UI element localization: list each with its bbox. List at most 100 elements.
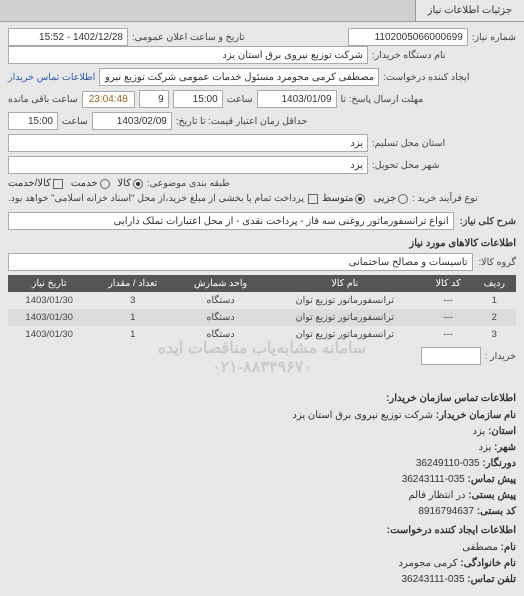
info-lname-label: نام خانوادگی: [460, 558, 516, 569]
info-tel-label: تلفن تماس: [467, 574, 516, 585]
req-no-input[interactable] [348, 28, 468, 46]
info-pre-label: پیش تماس: [468, 474, 516, 485]
cell-unit: دستگاه [175, 309, 266, 326]
goods-group-label: گروه کالا: [479, 257, 516, 268]
checkbox-icon[interactable] [308, 194, 318, 204]
cell-unit: دستگاه [175, 292, 266, 309]
cell-date: 1403/01/30 [8, 326, 90, 343]
process-note: پرداخت تمام یا بخشی از مبلغ خرید،از محل … [8, 193, 304, 204]
info-postcode-label: کد بستی: [477, 506, 516, 517]
pub-date-label: تاریخ و ساعت اعلان عمومی: [132, 32, 245, 43]
requester-label: ایجاد کننده درخواست: [383, 72, 469, 83]
cell-code: --- [424, 292, 473, 309]
table-row[interactable]: 3 --- ترانسفورماتور توزیع توان دستگاه 1 … [8, 326, 516, 343]
cell-unit: دستگاه [175, 326, 266, 343]
info-post-label: پیش بستی: [468, 490, 516, 501]
validity-date-input[interactable] [92, 112, 172, 130]
time-label-1: ساعت [227, 94, 253, 105]
table-row[interactable]: 1 --- ترانسفورماتور توزیع توان دستگاه 3 … [8, 292, 516, 309]
info-fname-label: نام: [501, 542, 516, 553]
cell-name: ترانسفورماتور توزیع توان [266, 292, 424, 309]
deadline-date-input[interactable] [257, 90, 337, 108]
cell-qty: 1 [90, 326, 175, 343]
info-city: یزد [479, 442, 492, 453]
cell-row: 1 [473, 292, 516, 309]
radio-goods-label: کالا [118, 178, 132, 189]
cell-row: 2 [473, 309, 516, 326]
cell-code: --- [424, 326, 473, 343]
days-remain-input [139, 90, 169, 108]
th-name: نام کالا [266, 275, 424, 292]
info-postcode: 8916794637 [418, 506, 474, 517]
location-label: استان محل تسلیم: [372, 138, 445, 149]
buyer2-input[interactable] [421, 347, 481, 365]
cell-code: --- [424, 309, 473, 326]
info-city-label: شهر: [494, 442, 516, 453]
tab-details[interactable]: جزئیات اطلاعات نیاز [415, 0, 524, 21]
cell-qty: 1 [90, 309, 175, 326]
th-row: ردیف [473, 275, 516, 292]
cell-date: 1403/01/30 [8, 292, 90, 309]
radio-dot-icon [133, 179, 143, 189]
buyer-input[interactable] [8, 46, 368, 64]
buyer2-label: خریدار : [485, 351, 516, 362]
contact-link[interactable]: اطلاعات تماس خریدار [8, 72, 95, 83]
time-label-2: ساعت [62, 116, 88, 127]
checkbox-icon [53, 179, 63, 189]
city-input[interactable] [8, 156, 368, 174]
info-org-label: نام سازمان خریدار: [436, 410, 516, 421]
cell-row: 3 [473, 326, 516, 343]
info-tel: 035-36243111 [401, 574, 464, 585]
deadline-time-input[interactable] [173, 90, 223, 108]
radio-medium-label: متوسط [322, 193, 353, 204]
th-code: کد کالا [424, 275, 473, 292]
info-lname: کرمی مجومرد [399, 558, 458, 569]
validity-time-input[interactable] [8, 112, 58, 130]
info-province: یزد [473, 426, 486, 437]
radio-medium[interactable]: متوسط [322, 193, 365, 204]
goods-table: ردیف کد کالا نام کالا واحد شمارش تعداد /… [8, 275, 516, 343]
goods-group-input[interactable] [8, 253, 473, 271]
info-post: در انتظار فالم [408, 490, 465, 501]
info-fname: مصطفی [462, 542, 498, 553]
th-qty: تعداد / مقدار [90, 275, 175, 292]
radio-service[interactable]: خدمت [71, 178, 110, 189]
cell-name: ترانسفورماتور توزیع توان [266, 309, 424, 326]
time-remain-box: 23:04:48 [82, 91, 135, 108]
info-title: اطلاعات تماس سازمان خریدار: [8, 391, 516, 406]
remain-label: ساعت باقی مانده [8, 94, 78, 105]
th-unit: واحد شمارش [175, 275, 266, 292]
creator-title: اطلاعات ایجاد کننده درخواست: [8, 523, 516, 538]
table-row[interactable]: 2 --- ترانسفورماتور توزیع توان دستگاه 1 … [8, 309, 516, 326]
deadline-label: مهلت ارسال پاسخ: تا [341, 94, 424, 105]
info-fax: 035-36249110 [416, 458, 480, 469]
radio-both-label: کالا/خدمت [8, 178, 51, 189]
radio-partial[interactable]: جزیی [373, 193, 408, 204]
radio-partial-label: جزیی [373, 193, 396, 204]
validity-label: حداقل زمان اعتبار قیمت: تا تاریخ: [176, 116, 307, 127]
city-label: شهر محل تحویل: [372, 160, 439, 171]
requester-input[interactable] [99, 68, 379, 86]
cell-date: 1403/01/30 [8, 309, 90, 326]
process-label: نوع فرآیند خرید : [412, 193, 477, 204]
goods-section-title: اطلاعات کالاهای مورد نیاز [8, 238, 516, 249]
cell-qty: 3 [90, 292, 175, 309]
desc-input[interactable] [8, 212, 454, 230]
info-province-label: استان: [488, 426, 516, 437]
location-input[interactable] [8, 134, 368, 152]
info-pre: 035-36243111 [402, 474, 465, 485]
radio-dot-icon [100, 179, 110, 189]
cell-name: ترانسفورماتور توزیع توان [266, 326, 424, 343]
radio-goods[interactable]: کالا [118, 178, 144, 189]
radio-service-label: خدمت [71, 178, 98, 189]
desc-label: شرح کلی نیاز: [460, 216, 516, 227]
buyer-label: نام دستگاه خریدار: [372, 50, 446, 61]
pub-date-input[interactable] [8, 28, 128, 46]
radio-dot-icon [398, 194, 408, 204]
info-fax-label: دورنگار: [482, 458, 516, 469]
req-no-label: شماره نیاز: [472, 32, 516, 43]
info-org: شرکت توزیع نیروی برق استان یزد [292, 410, 433, 421]
radio-both[interactable]: کالا/خدمت [8, 178, 63, 189]
radio-dot-icon [355, 194, 365, 204]
th-date: تاریخ نیاز [8, 275, 90, 292]
